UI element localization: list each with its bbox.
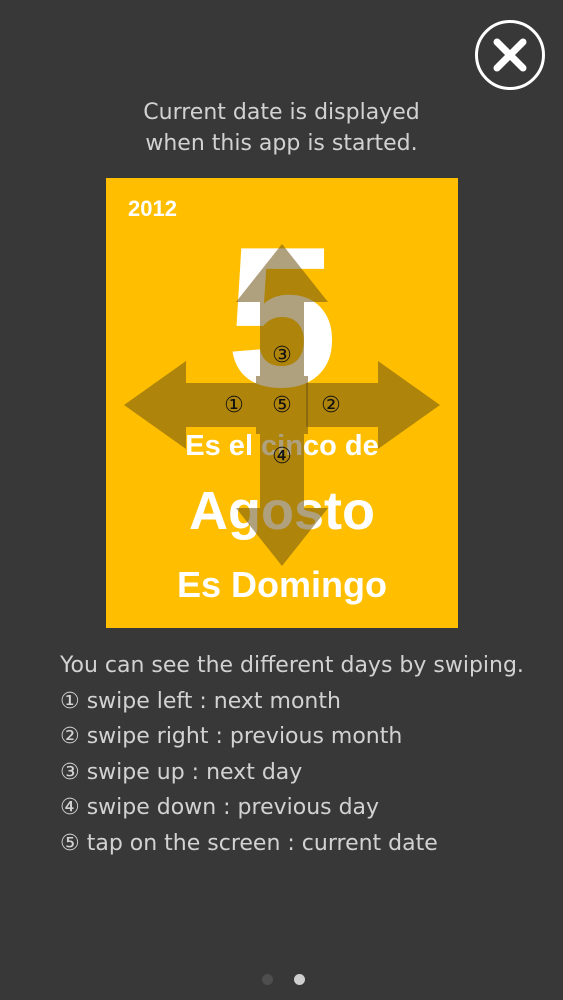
tutorial-screen: Current date is displayed when this app … xyxy=(0,0,563,1000)
marker-up: ③ xyxy=(272,343,292,368)
close-icon xyxy=(493,38,527,72)
instructions-list: You can see the different days by swipin… xyxy=(60,648,524,861)
instruction-item: ① swipe left : next month xyxy=(60,688,341,714)
instructions-heading: You can see the different days by swipin… xyxy=(60,653,524,678)
instruction-item: ② swipe right : previous month xyxy=(60,724,403,749)
marker-right: ② xyxy=(321,393,341,418)
marker-down: ④ xyxy=(272,444,292,469)
intro-line-2: when this app is started. xyxy=(145,131,418,156)
close-button[interactable] xyxy=(475,20,545,90)
instruction-item: ④ swipe down : previous day xyxy=(60,795,380,820)
instruction-item: ③ swipe up : next day xyxy=(60,759,303,785)
page-indicator xyxy=(262,970,321,985)
page-dot-2[interactable] xyxy=(294,974,306,985)
instruction-item: ⑤ tap on the screen : current date xyxy=(60,830,438,856)
date-card-preview: 2012 5 Es el cinco de Agosto Es Domingo … xyxy=(106,178,458,628)
page-dot-1[interactable] xyxy=(262,974,273,985)
intro-line-1: Current date is displayed xyxy=(143,100,420,125)
marker-center: ⑤ xyxy=(272,393,292,418)
intro-text: Current date is displayed when this app … xyxy=(0,97,563,159)
marker-left: ① xyxy=(224,393,244,418)
